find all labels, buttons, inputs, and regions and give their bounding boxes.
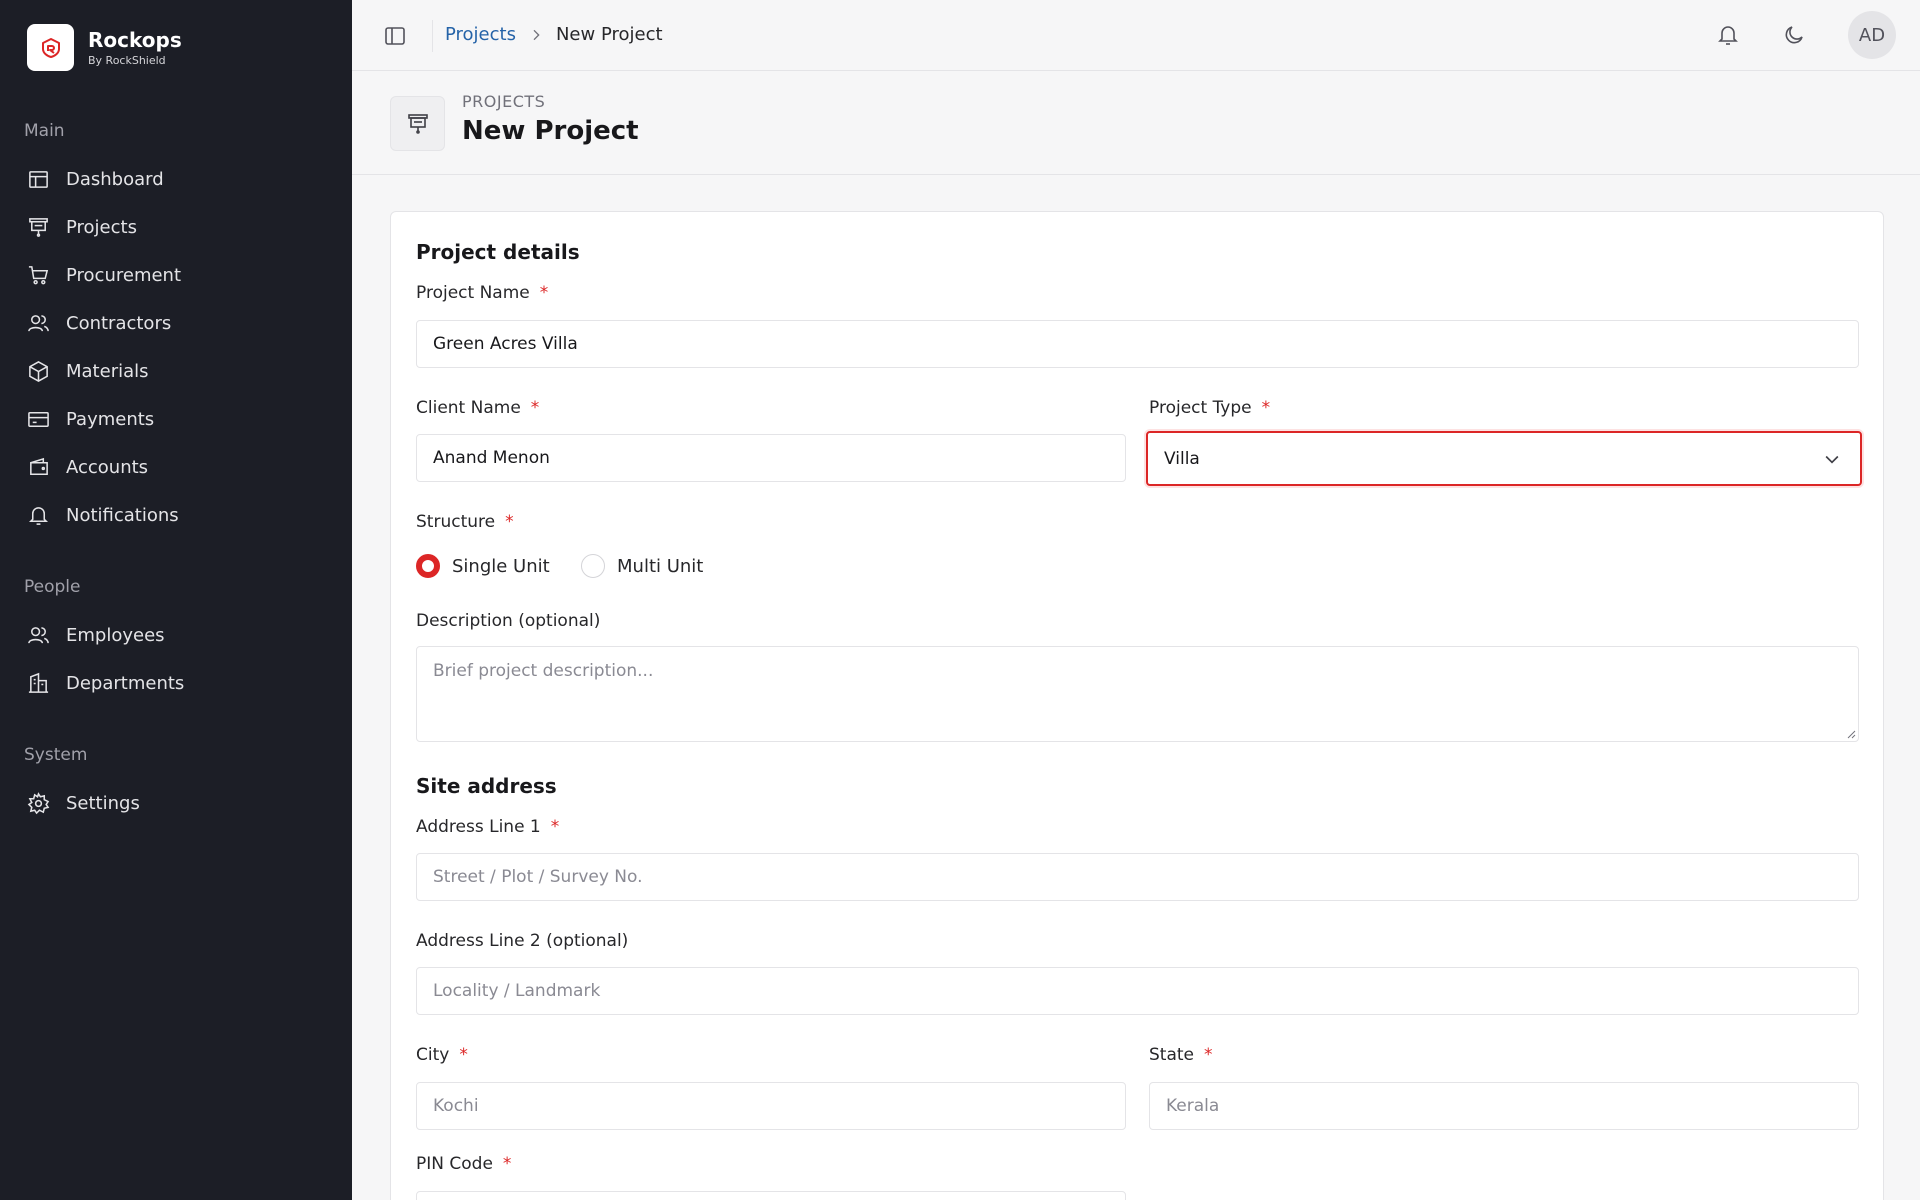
radio-button[interactable] xyxy=(581,554,605,578)
radio-button-checked[interactable] xyxy=(416,554,440,578)
radio-single-unit[interactable]: Single Unit xyxy=(416,554,550,578)
users-icon xyxy=(28,314,49,331)
gear-icon xyxy=(27,791,50,814)
sidebar-item-projects[interactable]: Projects xyxy=(0,203,352,251)
sidebar-item-label: Departments xyxy=(66,672,185,694)
sidebar-item-procurement[interactable]: Procurement xyxy=(0,251,352,299)
pin-code-input[interactable] xyxy=(416,1191,1126,1200)
nav-heading-people: People xyxy=(24,577,81,597)
sidebar: Rockops By RockShield Main Dashboard Pro… xyxy=(0,0,352,1200)
sidebar-item-employees[interactable]: Employees xyxy=(0,611,352,659)
bell-icon xyxy=(28,506,49,525)
avatar[interactable]: AD xyxy=(1848,11,1896,59)
nav-section-people: People Employees Departments xyxy=(0,575,352,707)
building-icon xyxy=(28,672,49,693)
project-name-label: Project Name * xyxy=(416,283,549,303)
rockops-logo-icon xyxy=(27,24,74,71)
nav-heading-system: System xyxy=(24,745,88,765)
nav-section-main: Main Dashboard Projects Procurement Cont… xyxy=(0,119,352,539)
breadcrumb-current: New Project xyxy=(555,24,663,45)
moon-icon[interactable] xyxy=(1782,23,1806,47)
description-label: Description (optional) xyxy=(416,611,601,631)
sidebar-item-label: Accounts xyxy=(66,456,149,478)
brand-subtitle: By RockShield xyxy=(88,54,166,67)
sidebar-item-label: Employees xyxy=(66,624,165,646)
nav-section-system: System Settings xyxy=(0,743,352,827)
brand-name: Rockops xyxy=(88,28,182,52)
users-icon xyxy=(28,626,49,643)
sidebar-item-dashboard[interactable]: Dashboard xyxy=(0,155,352,203)
sidebar-item-contractors[interactable]: Contractors xyxy=(0,299,352,347)
brand[interactable]: Rockops By RockShield xyxy=(27,24,182,71)
dashboard-icon xyxy=(29,170,48,188)
project-name-input[interactable]: Green Acres Villa xyxy=(416,320,1859,368)
state-label: State * xyxy=(1149,1045,1213,1065)
project-form-card: Project details Project Name * Green Acre… xyxy=(390,211,1884,1200)
page-header: PROJECTS New Project xyxy=(352,72,1920,175)
bell-icon[interactable] xyxy=(1716,23,1740,47)
cart-icon xyxy=(28,265,49,284)
breadcrumb-projects-link[interactable]: Projects xyxy=(445,24,516,45)
nav-heading-main: Main xyxy=(24,121,65,141)
radio-label: Multi Unit xyxy=(617,555,704,577)
address-line2-input[interactable]: Locality / Landmark xyxy=(416,967,1859,1015)
sidebar-item-materials[interactable]: Materials xyxy=(0,347,352,395)
projects-icon xyxy=(29,217,48,237)
divider xyxy=(432,20,433,52)
sidebar-item-label: Procurement xyxy=(66,264,182,286)
radio-multi-unit[interactable]: Multi Unit xyxy=(581,554,703,578)
sidebar-item-label: Contractors xyxy=(66,312,172,334)
chevron-right-icon xyxy=(528,27,544,43)
page-title: New Project xyxy=(462,116,639,146)
card-icon xyxy=(28,411,49,427)
chevron-down-icon xyxy=(1825,455,1839,464)
wallet-icon xyxy=(30,457,48,475)
box-icon xyxy=(29,360,48,382)
client-name-input[interactable]: Anand Menon xyxy=(416,434,1126,482)
sidebar-item-accounts[interactable]: Accounts xyxy=(0,443,352,491)
pin-code-label: PIN Code * xyxy=(416,1154,512,1174)
section-title-project-details: Project details xyxy=(416,240,580,264)
projects-icon xyxy=(390,96,445,151)
structure-label: Structure * xyxy=(416,512,514,532)
sidebar-item-label: Payments xyxy=(66,408,155,430)
sidebar-item-label: Projects xyxy=(66,216,137,238)
radio-label: Single Unit xyxy=(452,555,550,577)
page-kicker: PROJECTS xyxy=(462,92,546,111)
section-title-site-address: Site address xyxy=(416,774,557,798)
top-bar: Projects New Project AD xyxy=(352,0,1920,71)
address-line1-input[interactable]: Street / Plot / Survey No. xyxy=(416,853,1859,901)
address-line1-label: Address Line 1 * xyxy=(416,817,560,837)
project-type-select[interactable]: Villa xyxy=(1146,431,1862,486)
project-type-label: Project Type * xyxy=(1149,398,1271,418)
sidebar-item-label: Notifications xyxy=(66,504,179,526)
city-input[interactable]: Kochi xyxy=(416,1082,1126,1130)
state-input[interactable]: Kerala xyxy=(1149,1082,1859,1130)
sidebar-item-notifications[interactable]: Notifications xyxy=(0,491,352,539)
breadcrumb: Projects New Project xyxy=(445,24,663,45)
project-type-value: Villa xyxy=(1164,448,1200,469)
sidebar-item-label: Dashboard xyxy=(66,168,164,190)
resize-handle-icon[interactable] xyxy=(1846,729,1856,739)
sidebar-item-departments[interactable]: Departments xyxy=(0,659,352,707)
sidebar-item-payments[interactable]: Payments xyxy=(0,395,352,443)
sidebar-item-label: Settings xyxy=(66,792,140,814)
city-label: City * xyxy=(416,1045,468,1065)
sidebar-toggle-icon[interactable] xyxy=(383,24,407,48)
sidebar-item-settings[interactable]: Settings xyxy=(0,779,352,827)
sidebar-item-label: Materials xyxy=(66,360,149,382)
address-line2-label: Address Line 2 (optional) xyxy=(416,931,629,951)
client-name-label: Client Name * xyxy=(416,398,540,418)
description-textarea[interactable]: Brief project description... xyxy=(416,646,1859,742)
